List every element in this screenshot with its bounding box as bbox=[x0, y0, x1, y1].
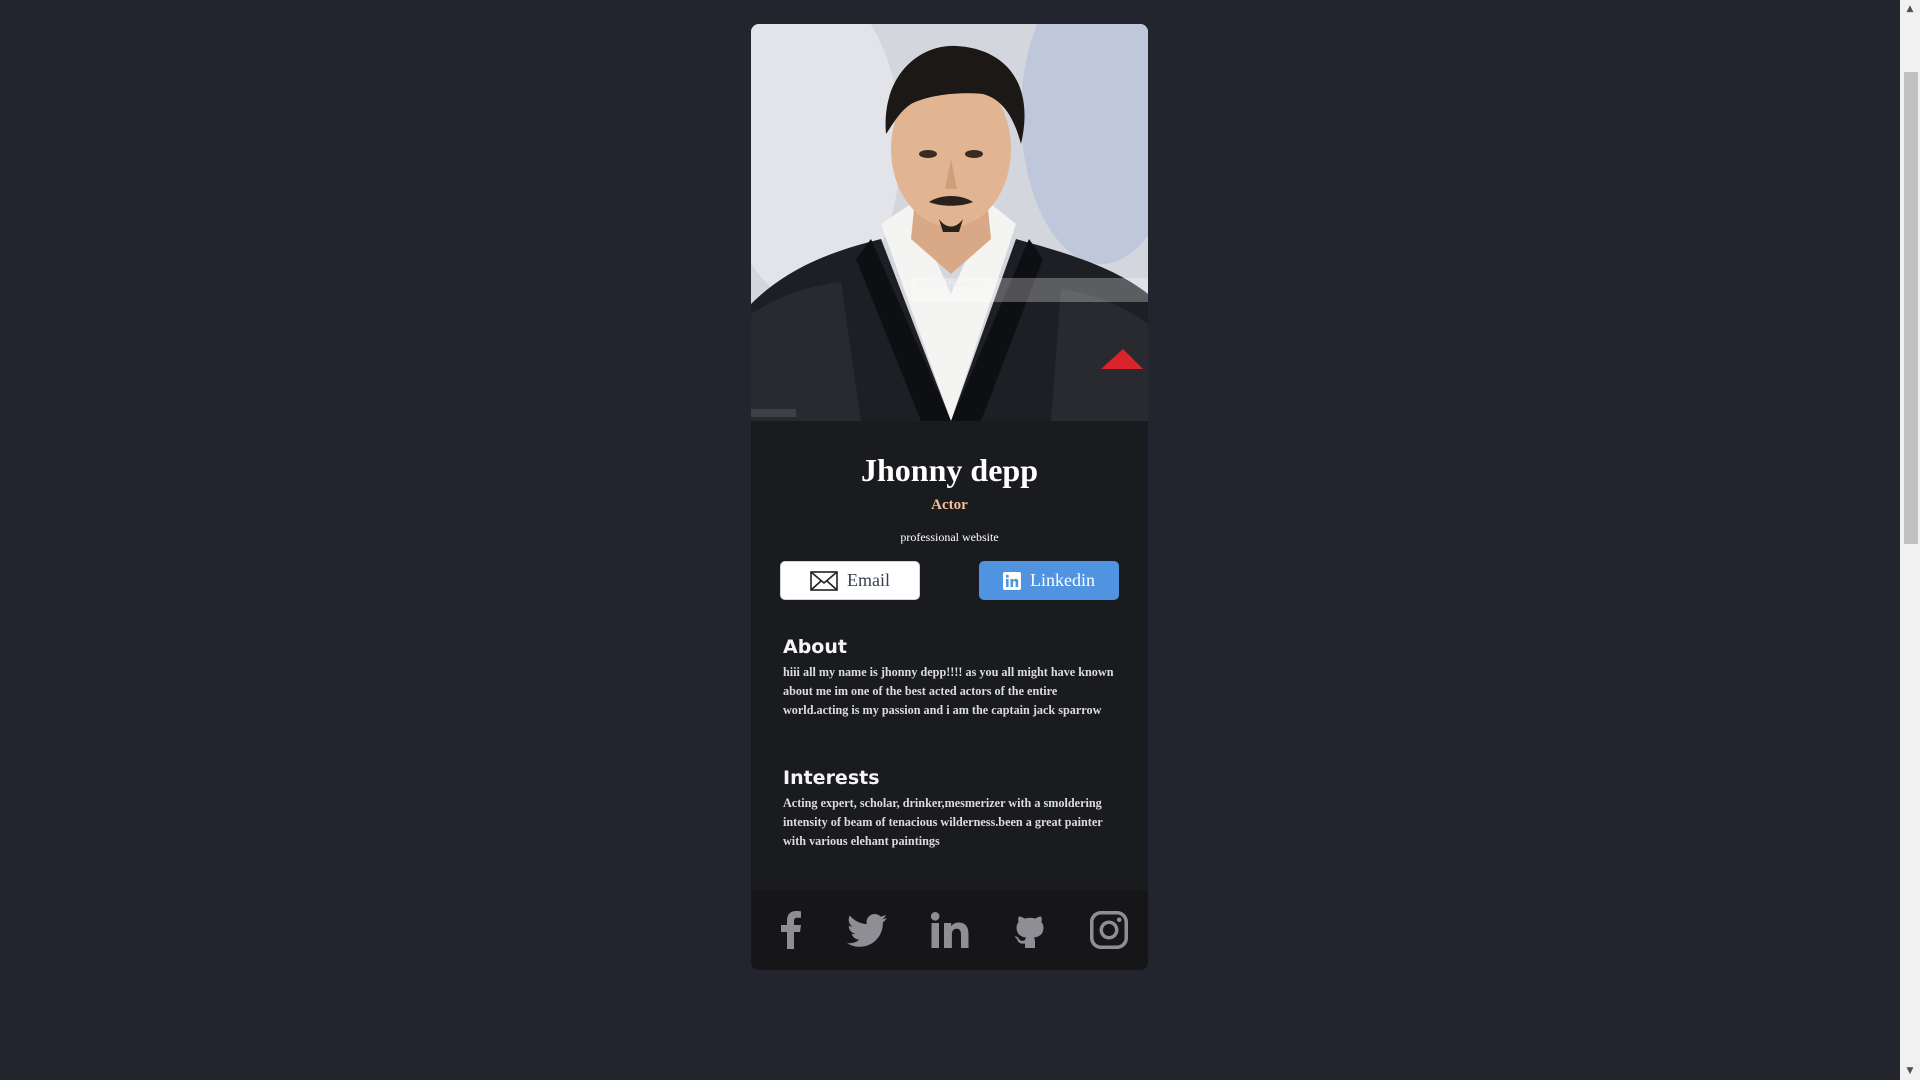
profile-photo: gettyimages bbox=[751, 24, 1148, 421]
instagram-icon[interactable] bbox=[1090, 911, 1128, 949]
svg-text:gettyimages: gettyimages bbox=[916, 277, 985, 290]
facebook-icon[interactable] bbox=[780, 911, 802, 949]
interests-text: Acting expert, scholar, drinker,mesmeriz… bbox=[783, 796, 1103, 848]
envelope-icon bbox=[810, 570, 838, 591]
profile-name: Jhonny depp bbox=[861, 452, 1038, 488]
linkedin-icon bbox=[1003, 571, 1021, 590]
contact-buttons: Email Linkedin bbox=[751, 561, 1148, 600]
github-icon[interactable] bbox=[1014, 912, 1046, 948]
about-text: hiii all my name is jhonny depp!!!! as y… bbox=[783, 665, 1114, 717]
twitter-icon[interactable] bbox=[846, 913, 887, 947]
scrollbar-thumb[interactable] bbox=[1904, 72, 1918, 544]
about-section: About hiii all my name is jhonny depp!!!… bbox=[751, 635, 1148, 720]
linkedin-icon[interactable] bbox=[931, 912, 969, 948]
about-heading: About bbox=[783, 636, 847, 658]
linkedin-button[interactable]: Linkedin bbox=[979, 561, 1119, 600]
linkedin-button-label: Linkedin bbox=[1030, 570, 1095, 590]
email-button[interactable]: Email bbox=[780, 561, 920, 600]
interests-heading: Interests bbox=[783, 767, 880, 789]
scroll-down-arrow-icon[interactable]: ▼ bbox=[1900, 1062, 1920, 1080]
scroll-up-arrow-icon[interactable]: ▲ bbox=[1900, 0, 1920, 18]
professional-website-text: professional website bbox=[900, 530, 999, 544]
portrait-illustration: gettyimages bbox=[751, 24, 1148, 421]
social-footer bbox=[751, 890, 1148, 970]
profile-role: Actor bbox=[931, 497, 968, 513]
profile-card: gettyimages Jhonny depp Actor profession… bbox=[751, 24, 1148, 970]
interests-section: Interests Acting expert, scholar, drinke… bbox=[751, 766, 1148, 851]
vertical-scrollbar[interactable]: ▲ ▼ bbox=[1900, 0, 1920, 1080]
email-button-label: Email bbox=[847, 570, 890, 590]
